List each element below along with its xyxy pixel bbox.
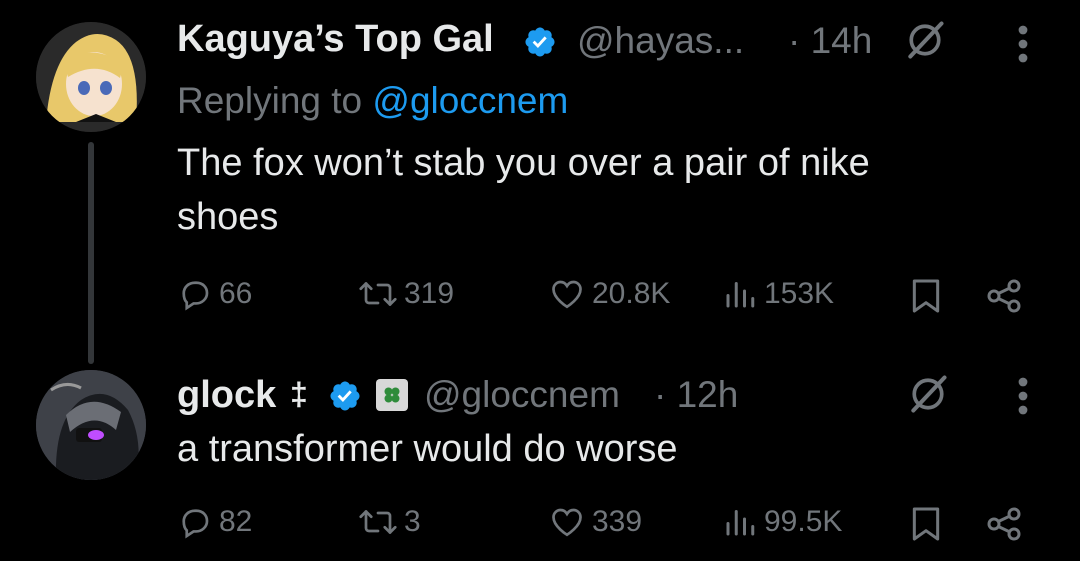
- repost-icon: [359, 510, 397, 534]
- like-count: 20.8K: [592, 277, 671, 310]
- tweet-1[interactable]: Kaguya’s Top Gal @hayas... · 14h Replyin…: [0, 0, 1080, 370]
- views-button[interactable]: 99.5K: [722, 504, 842, 540]
- tweet-text: a transformer would do worse: [177, 428, 678, 470]
- views-count: 153K: [764, 277, 835, 310]
- replying-to: Replying to @gloccnem: [177, 80, 568, 122]
- views-icon: [726, 282, 755, 308]
- bookmark-icon[interactable]: [906, 504, 946, 544]
- like-count: 339: [592, 505, 643, 538]
- replying-to-label: Replying to: [177, 80, 373, 121]
- views-count: 99.5K: [764, 505, 843, 538]
- clover-badge-icon: [376, 379, 408, 411]
- reply-count: 66: [219, 277, 253, 310]
- grok-icon[interactable]: [903, 18, 947, 62]
- bookmark-icon[interactable]: [906, 276, 946, 316]
- tweet-2[interactable]: glock ‡ @gloccnem · 12h a transformer wo…: [0, 370, 1080, 561]
- replying-to-handle-link[interactable]: @gloccnem: [372, 80, 568, 121]
- handle[interactable]: @hayas...: [577, 20, 744, 62]
- display-name[interactable]: Kaguya’s Top Gal: [177, 18, 494, 61]
- reply-button[interactable]: 82: [177, 504, 252, 540]
- name-emoji: ‡: [290, 376, 308, 412]
- repost-button[interactable]: 319: [358, 276, 454, 312]
- avatar[interactable]: [36, 22, 146, 132]
- tweet-text-line: The fox won’t stab you over a pair of ni…: [177, 142, 870, 184]
- avatar[interactable]: [36, 370, 146, 480]
- reply-icon: [182, 509, 209, 539]
- repost-count: 3: [404, 505, 421, 538]
- share-icon[interactable]: [984, 504, 1024, 544]
- views-icon: [726, 510, 755, 536]
- display-name[interactable]: glock: [177, 374, 276, 417]
- handle[interactable]: @gloccnem: [424, 374, 620, 416]
- timestamp[interactable]: · 12h: [654, 374, 738, 416]
- reply-count: 82: [219, 505, 253, 538]
- repost-count: 319: [404, 277, 455, 310]
- verified-badge-icon[interactable]: [523, 25, 557, 59]
- more-options-icon[interactable]: [1015, 376, 1031, 416]
- thread-line: [88, 142, 94, 364]
- views-button[interactable]: 153K: [722, 276, 834, 312]
- like-button[interactable]: 339: [548, 504, 642, 540]
- repost-button[interactable]: 3: [358, 504, 421, 540]
- reply-icon: [182, 281, 209, 311]
- tweet-text-line: shoes: [177, 196, 279, 238]
- more-options-icon[interactable]: [1015, 24, 1031, 64]
- like-button[interactable]: 20.8K: [548, 276, 670, 312]
- share-icon[interactable]: [984, 276, 1024, 316]
- repost-icon: [359, 282, 397, 306]
- heart-icon: [552, 508, 582, 537]
- verified-badge-icon[interactable]: [328, 379, 362, 413]
- grok-icon[interactable]: [906, 372, 950, 416]
- tweet-text: The fox won’t stab you over a pair of ni…: [177, 136, 870, 244]
- heart-icon: [552, 280, 582, 309]
- timestamp[interactable]: · 14h: [788, 20, 872, 62]
- reply-button[interactable]: 66: [177, 276, 252, 312]
